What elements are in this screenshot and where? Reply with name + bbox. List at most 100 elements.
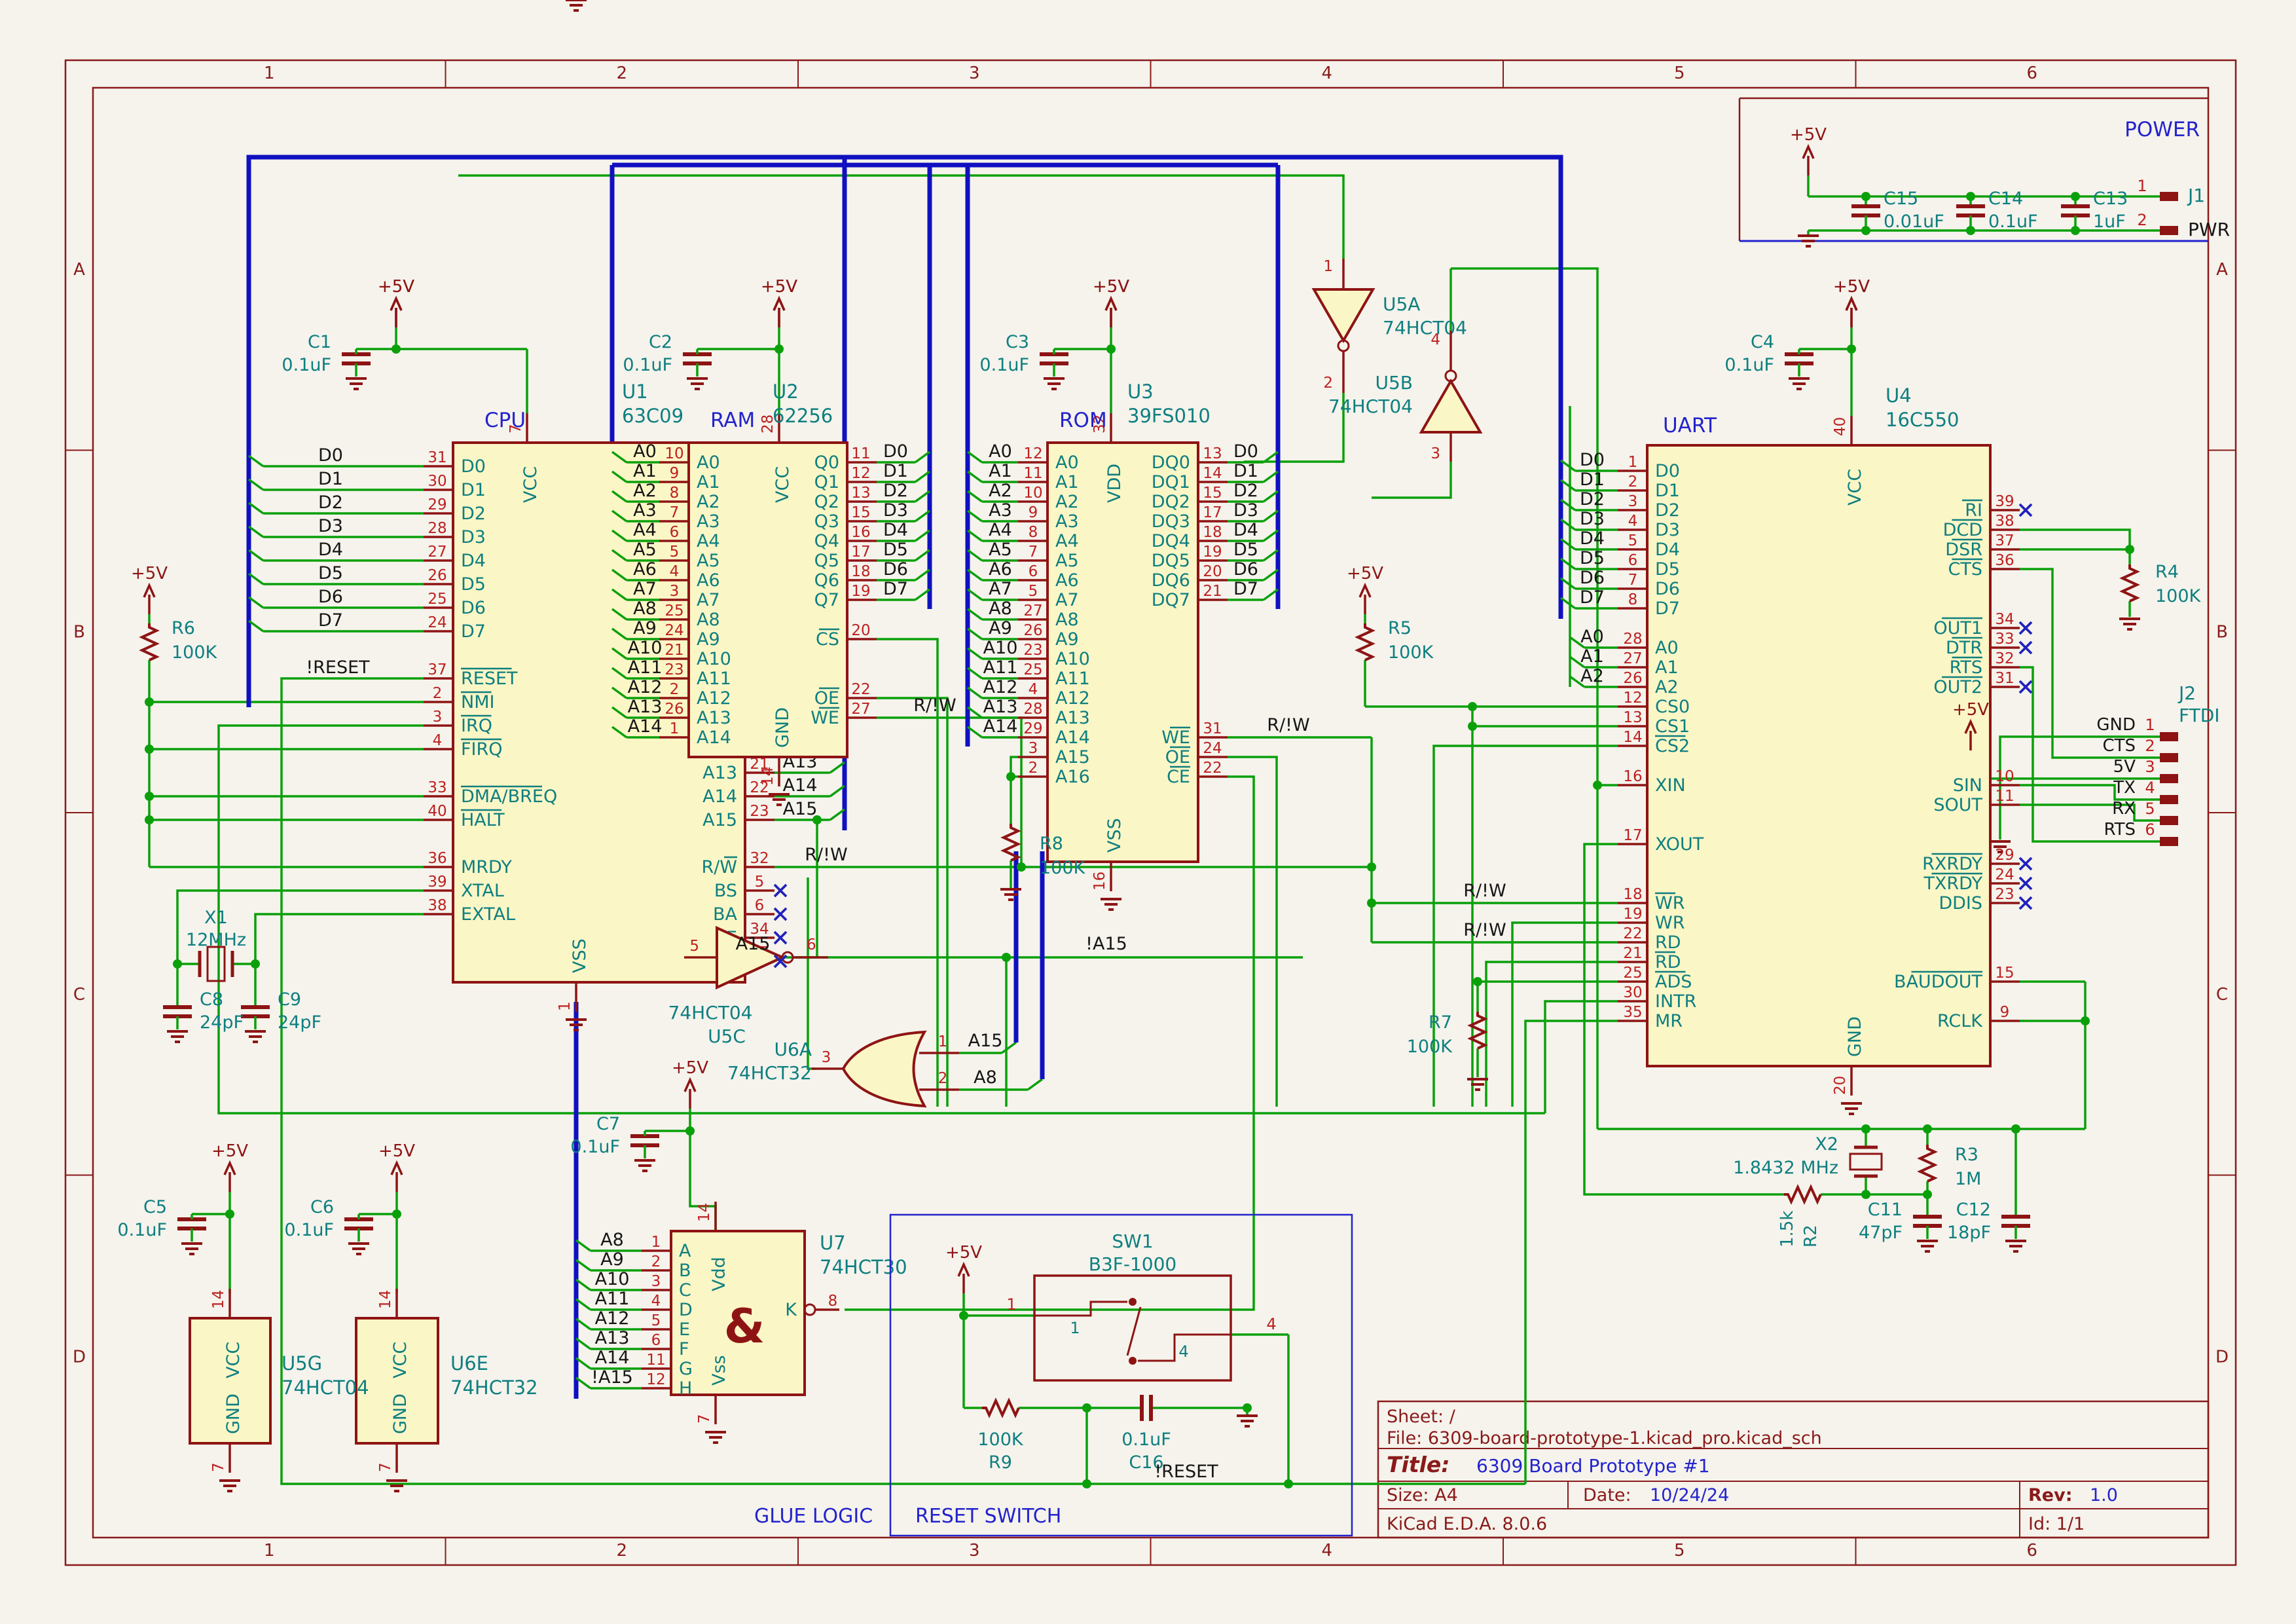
titleblock-file: File: 6309-board-prototype-1.kicad_pro.k… xyxy=(1387,1428,1822,1449)
pin-name: A8 xyxy=(1055,610,1079,630)
pin-name: DQ7 xyxy=(1152,590,1190,610)
resistor[interactable] xyxy=(2123,564,2137,601)
wire[interactable] xyxy=(2020,785,2160,800)
ref-U6E: U6E xyxy=(450,1352,488,1375)
ref-SW1: SW1 xyxy=(1112,1230,1153,1252)
schematic-canvas[interactable]: 112233445566AABBCCDDSheet: /File: 6309-b… xyxy=(0,0,2296,1624)
gate-U5A[interactable] xyxy=(1314,289,1373,341)
pin-name: D4 xyxy=(1655,540,1680,560)
resistor[interactable] xyxy=(1920,1145,1935,1181)
pin-name: VCC xyxy=(520,466,541,503)
pin-number: 16 xyxy=(1091,872,1108,891)
junction xyxy=(1082,1479,1091,1488)
net-label: A3 xyxy=(989,500,1012,521)
net-label-sw_reset: !RESET xyxy=(1154,1462,1218,1482)
connector-pad xyxy=(2160,838,2178,845)
pin-name: OE xyxy=(814,688,839,709)
net-label: A10 xyxy=(595,1269,630,1289)
pin-number: 1 xyxy=(670,720,680,737)
section-uart: UART xyxy=(1663,414,1717,437)
value-R8: 100K xyxy=(1040,858,1086,878)
ref-J1: J1 xyxy=(2187,185,2205,206)
pin-number: 32 xyxy=(750,850,769,867)
pin-name: Q4 xyxy=(814,531,839,551)
wire[interactable] xyxy=(1011,757,1018,824)
junction xyxy=(1473,977,1482,986)
pin-name: Q1 xyxy=(814,472,839,492)
pin-name: GND xyxy=(1845,1016,1865,1057)
pin-number: 11 xyxy=(646,1352,665,1369)
pin-number: 32 xyxy=(1995,650,2014,667)
junction xyxy=(1243,1403,1252,1412)
pin-name: VSS xyxy=(570,938,590,973)
wire[interactable] xyxy=(2000,737,2160,840)
pin-name: OUT2 xyxy=(1933,677,1982,697)
net-label: A9 xyxy=(633,618,657,638)
net-label: A14 xyxy=(628,716,663,737)
net-label: A9 xyxy=(600,1249,624,1270)
wire[interactable] xyxy=(1228,757,1277,1107)
cap-value: 0.1uF xyxy=(623,355,672,375)
pin-number: 10 xyxy=(1023,485,1042,502)
pin-number: 8 xyxy=(1029,524,1038,541)
net-label: D6 xyxy=(1233,559,1258,580)
wire[interactable] xyxy=(1372,462,1451,498)
pin-number: 27 xyxy=(851,701,870,718)
wire[interactable] xyxy=(2020,530,2130,549)
pin-number: 10 xyxy=(1995,768,2014,785)
resistor[interactable] xyxy=(1004,824,1018,860)
resistor[interactable] xyxy=(982,1401,1019,1415)
cap-ref: C13 xyxy=(2093,189,2128,209)
wire[interactable] xyxy=(1028,1079,1042,1090)
pin-name: DMA/BREQ xyxy=(461,786,557,807)
wire[interactable] xyxy=(1002,1043,1016,1053)
resistor[interactable] xyxy=(1784,1187,1821,1202)
wire[interactable] xyxy=(877,718,1021,867)
pin-name: DQ2 xyxy=(1152,492,1190,512)
net-label-u6a_a8: A8 xyxy=(974,1067,997,1088)
pin-name: WE xyxy=(811,708,839,728)
pin-number: 3 xyxy=(1628,493,1638,510)
wire[interactable] xyxy=(1545,1001,1618,1113)
wire[interactable] xyxy=(2020,667,2160,841)
pin-name: D7 xyxy=(461,621,486,642)
junction xyxy=(1367,862,1376,872)
wire[interactable] xyxy=(1512,923,1618,1107)
net-label: A9 xyxy=(989,618,1012,638)
junction xyxy=(1017,862,1026,872)
pin-number: 23 xyxy=(750,803,769,820)
net-label: A5 xyxy=(989,540,1012,560)
gate-U5B[interactable] xyxy=(1421,381,1480,432)
pin-name: DQ0 xyxy=(1152,452,1190,473)
pin-number: 29 xyxy=(428,496,446,513)
pin-number: 22 xyxy=(851,681,870,698)
pin-number: 30 xyxy=(1623,984,1642,1001)
pin-name: H xyxy=(679,1378,692,1399)
pin-name: 4 xyxy=(1178,1342,1188,1361)
pin-name: B xyxy=(679,1261,691,1281)
pin-number: 25 xyxy=(1623,965,1642,982)
junction xyxy=(392,344,401,354)
pin-number: 16 xyxy=(1623,768,1642,785)
net-label: D1 xyxy=(318,469,343,489)
pin-name: A14 xyxy=(702,786,737,807)
pin-number: 1 xyxy=(1628,454,1638,471)
power-5v-label: +5V xyxy=(945,1243,982,1263)
net-label: D5 xyxy=(318,563,343,583)
wire[interactable] xyxy=(458,175,1343,259)
pin-number: 6 xyxy=(755,897,765,914)
resistor[interactable] xyxy=(142,623,156,660)
value-U5B: 74HCT04 xyxy=(1328,396,1413,417)
ref-X1: X1 xyxy=(204,908,228,928)
value-X1: 12MHz xyxy=(186,930,246,950)
resistor[interactable] xyxy=(1358,623,1372,660)
gate-U6A[interactable] xyxy=(843,1032,924,1106)
titleblock-sheet: Sheet: / xyxy=(1387,1407,1456,1427)
wire[interactable] xyxy=(2020,805,2160,821)
pin-name: A xyxy=(679,1241,691,1261)
wire[interactable] xyxy=(1525,1021,1618,1484)
pin-number: 2 xyxy=(1029,760,1038,777)
pin-name: Vdd xyxy=(709,1257,729,1291)
wire[interactable] xyxy=(2020,569,2160,758)
pin-name: A2 xyxy=(697,492,720,512)
